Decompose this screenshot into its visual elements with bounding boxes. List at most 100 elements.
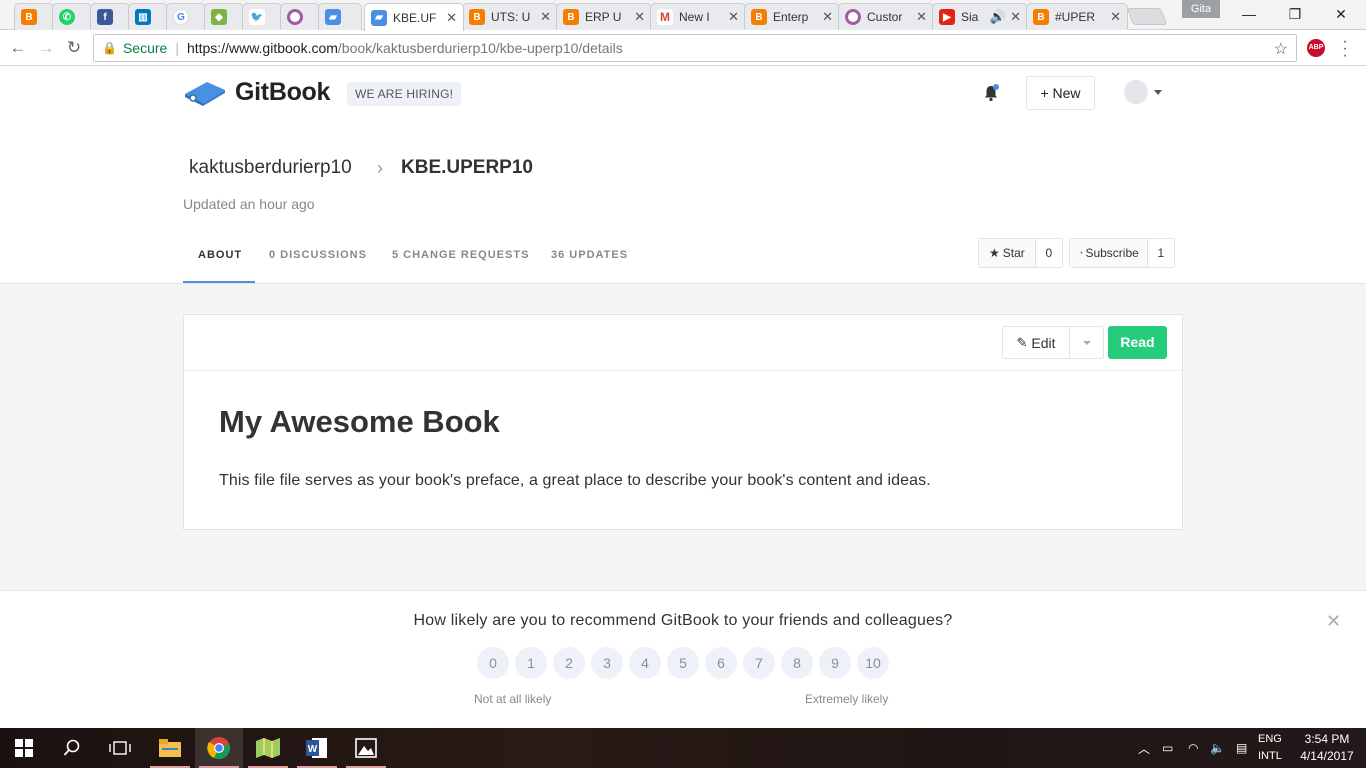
score-button-2[interactable]: 2	[553, 647, 585, 679]
search-icon[interactable]	[48, 728, 96, 768]
browser-tab[interactable]: ▰	[318, 3, 362, 30]
close-icon[interactable]: ✕	[446, 10, 457, 26]
task-view-icon[interactable]	[96, 728, 144, 768]
star-count[interactable]: 0	[1036, 239, 1062, 267]
new-tab-button[interactable]	[1126, 8, 1168, 25]
score-button-1[interactable]: 1	[515, 647, 547, 679]
browser-tab-strip: B ✆ f ▥ G ◆ 🐦 ▰ ▰ KBE.UF ✕ B UTS: U ✕ B …	[0, 0, 1366, 31]
forward-icon[interactable]: →	[34, 36, 58, 60]
read-button[interactable]: Read	[1108, 326, 1167, 359]
avatar[interactable]	[1124, 80, 1148, 104]
star-button[interactable]: ★ Star	[979, 239, 1036, 267]
minimize-icon[interactable]: —	[1226, 0, 1272, 28]
windows-start-icon[interactable]	[0, 728, 48, 768]
close-icon[interactable]: ✕	[916, 9, 927, 25]
adblock-icon[interactable]: ABP	[1307, 39, 1325, 57]
browser-tab[interactable]: ◆	[204, 3, 244, 30]
score-button-10[interactable]: 10	[857, 647, 889, 679]
tab-about[interactable]: ABOUT	[198, 249, 242, 261]
close-icon[interactable]: ✕	[728, 9, 739, 25]
star-button-group: ★ Star 0	[978, 238, 1063, 268]
word-icon[interactable]: W	[293, 728, 341, 768]
breadcrumb-owner[interactable]: kaktusberdurierp10	[189, 157, 352, 179]
tab-updates[interactable]: 36 UPDATES	[551, 249, 628, 261]
battery-icon[interactable]: ▭	[1162, 728, 1173, 768]
chrome-icon[interactable]	[195, 728, 243, 768]
browser-tab[interactable]: B UTS: U ✕	[462, 3, 558, 30]
secure-label: Secure	[122, 40, 168, 56]
subscribe-count[interactable]: 1	[1148, 239, 1174, 267]
clock-date: 4/14/2017	[1300, 749, 1354, 763]
system-clock[interactable]: 3:54 PM 4/14/2017	[1296, 731, 1358, 765]
score-button-4[interactable]: 4	[629, 647, 661, 679]
wifi-icon[interactable]: ◠	[1188, 728, 1198, 768]
score-button-5[interactable]: 5	[667, 647, 699, 679]
browser-tab[interactable]: Custor ✕	[838, 3, 934, 30]
volume-icon[interactable]: 🔈	[1210, 728, 1225, 768]
score-button-0[interactable]: 0	[477, 647, 509, 679]
hiring-badge[interactable]: WE ARE HIRING!	[347, 82, 462, 106]
close-icon[interactable]: ✕	[540, 9, 551, 25]
score-button-8[interactable]: 8	[781, 647, 813, 679]
browser-tab[interactable]: B	[14, 3, 54, 30]
score-button-7[interactable]: 7	[743, 647, 775, 679]
gmail-icon: M	[657, 9, 673, 25]
restore-icon[interactable]: ❐	[1272, 0, 1318, 28]
url-path: /book/kaktusberdurierp10/kbe-uperp10/det…	[337, 40, 623, 56]
browser-tab[interactable]: ▥	[128, 3, 168, 30]
blogger-icon: B	[751, 9, 767, 25]
trello-icon: ▥	[135, 9, 151, 25]
browser-menu-icon[interactable]: · · ·	[1340, 34, 1350, 64]
edit-dropdown-button[interactable]	[1069, 326, 1104, 359]
action-center-icon[interactable]: ▤	[1236, 728, 1247, 768]
close-icon[interactable]: ✕	[1326, 611, 1341, 632]
close-icon[interactable]: ✕	[1110, 9, 1121, 25]
speaker-icon[interactable]: 🔊	[990, 9, 1006, 25]
tab-discussions[interactable]: 0 DISCUSSIONS	[269, 249, 367, 261]
score-button-3[interactable]: 3	[591, 647, 623, 679]
clock-time: 3:54 PM	[1304, 732, 1350, 746]
browser-tab[interactable]: ▶ Sia 🔊 ✕	[932, 3, 1028, 30]
blogger-icon: B	[21, 9, 37, 25]
extension-icon: ◆	[211, 9, 227, 25]
browser-tab[interactable]: f	[90, 3, 130, 30]
photos-icon[interactable]	[342, 728, 390, 768]
close-icon[interactable]: ✕	[634, 9, 645, 25]
browser-tab[interactable]: 🐦	[242, 3, 282, 30]
input-language[interactable]: ENG INTL	[1258, 731, 1282, 765]
subscribe-button[interactable]: ◔ Subscribe	[1070, 239, 1148, 267]
blogger-icon: B	[1033, 9, 1049, 25]
score-button-6[interactable]: 6	[705, 647, 737, 679]
close-icon[interactable]: ✕	[1010, 9, 1021, 25]
gitbook-logo[interactable]: GitBook	[183, 76, 330, 108]
maps-app-icon[interactable]	[244, 728, 292, 768]
score-button-9[interactable]: 9	[819, 647, 851, 679]
file-explorer-icon[interactable]	[146, 728, 194, 768]
notification-bell-icon[interactable]	[982, 84, 1000, 102]
profile-button[interactable]: Gita	[1182, 0, 1220, 18]
browser-tab[interactable]: M New I ✕	[650, 3, 746, 30]
browser-tab[interactable]: ✆	[52, 3, 92, 30]
close-icon[interactable]: ✕	[822, 9, 833, 25]
breadcrumb-book[interactable]: KBE.UPERP10	[401, 157, 533, 179]
bookmark-star-icon[interactable]: ☆	[1274, 39, 1288, 59]
browser-tab[interactable]: B #UPER ✕	[1026, 3, 1128, 30]
browser-tab-active[interactable]: ▰ KBE.UF ✕	[364, 3, 464, 31]
browser-tab[interactable]: B Enterp ✕	[744, 3, 840, 30]
chevron-down-icon[interactable]	[1154, 90, 1162, 95]
browser-tab[interactable]	[280, 3, 320, 30]
address-bar[interactable]: 🔒 Secure | https://www.gitbook.com/book/…	[93, 34, 1297, 62]
browser-tab[interactable]: G	[166, 3, 206, 30]
tab-label: New I	[679, 10, 710, 24]
windows-taskbar: W ︿ ▭ ◠ 🔈 ▤ ENG INTL 3:54 PM 4/14/2017	[0, 728, 1366, 768]
tab-change-requests[interactable]: 5 CHANGE REQUESTS	[392, 249, 529, 261]
new-button[interactable]: + New	[1026, 76, 1095, 110]
youtube-icon: ▶	[939, 9, 955, 25]
close-window-icon[interactable]: ✕	[1318, 0, 1364, 28]
browser-tab[interactable]: B ERP U ✕	[556, 3, 652, 30]
back-icon[interactable]: ←	[6, 36, 30, 60]
reload-icon[interactable]: ↻	[62, 36, 86, 60]
chevron-up-icon[interactable]: ︿	[1138, 728, 1150, 768]
edit-button[interactable]: ✎ Edit	[1002, 326, 1070, 359]
google-icon: G	[173, 9, 189, 25]
